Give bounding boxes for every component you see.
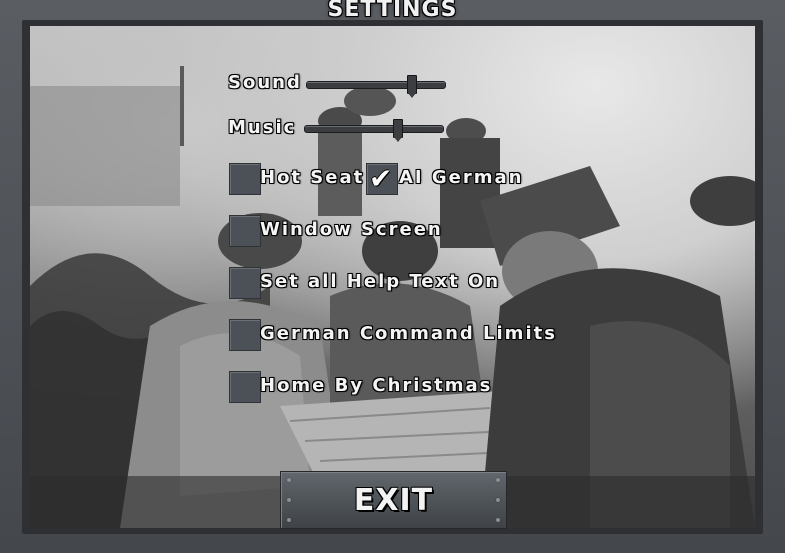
music-slider-thumb[interactable] [393,119,403,142]
hot-seat-label: Hot Seat [260,167,365,188]
help-text-label: Set all Help Text On [260,271,501,292]
exit-button[interactable]: EXIT [280,471,507,529]
home-by-christmas-label: Home By Christmas [260,375,493,396]
exit-label: EXIT [353,482,434,518]
check-icon: ✔ [369,162,393,195]
rivet [496,478,500,482]
rivet [287,478,291,482]
rivet [287,518,291,522]
ai-german-label: AI German [399,167,524,188]
music-slider-track[interactable] [304,119,444,142]
rivet [287,498,291,502]
sound-label: Sound [228,72,302,93]
ai-german-checkbox[interactable]: ✔ [366,163,398,195]
command-limits-label: German Command Limits [260,323,557,344]
rivet [496,518,500,522]
help-text-checkbox[interactable] [229,267,261,299]
hot-seat-checkbox[interactable] [229,163,261,195]
window-title: SETTINGS [327,0,458,22]
window-screen-label: Window Screen [260,219,443,240]
sound-slider-thumb[interactable] [407,75,417,98]
home-by-christmas-checkbox[interactable] [229,371,261,403]
settings-window-frame: SETTINGS Sound Music Hot Seat ✔ AI Germa… [0,0,785,553]
music-label: Music [228,117,297,138]
rivet [496,498,500,502]
sound-slider-track[interactable] [306,75,446,98]
command-limits-checkbox[interactable] [229,319,261,351]
window-screen-checkbox[interactable] [229,215,261,247]
